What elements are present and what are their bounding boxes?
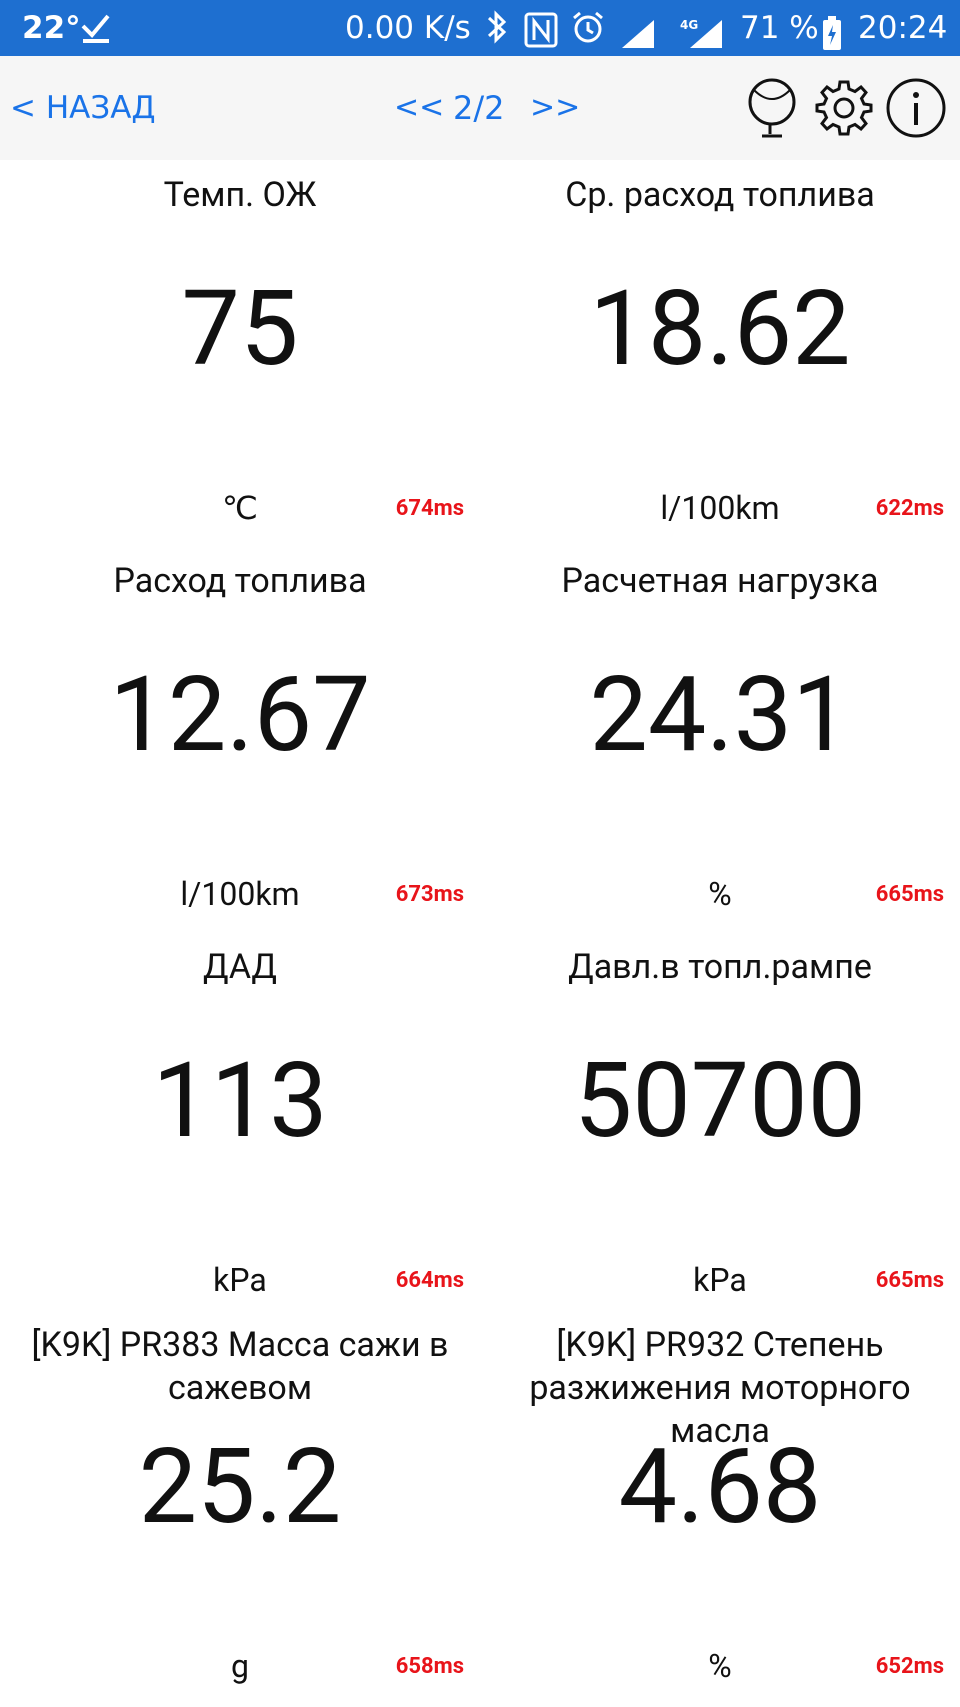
gauge-value: 25.2 [138, 1427, 342, 1548]
gauge-tile[interactable]: Темп. ОЖ 75 ℃ 674ms [0, 160, 480, 546]
gauge-tile[interactable]: ДАД 113 kPa 664ms [0, 932, 480, 1318]
gauge-value: 50700 [573, 1041, 867, 1162]
weather-temperature: 22° [22, 10, 81, 46]
next-page-button[interactable]: >> [530, 84, 580, 132]
gauge-title: Темп. ОЖ [163, 175, 317, 215]
signal-4g-icon: 4G [664, 12, 724, 48]
gauge-value: 12.67 [109, 655, 371, 776]
gauge-title: [K9K] PR383 Масса сажи в сажевом [31, 1325, 449, 1408]
gauge-value: 24.31 [589, 655, 851, 776]
bluetooth-icon [484, 0, 510, 56]
page-indicator: 2/2 [453, 89, 505, 127]
battery-percent: 71 % [740, 10, 819, 46]
gauge-latency: 622ms [875, 496, 944, 521]
network-speed: 0.00 K/s [345, 10, 471, 46]
globe-icon[interactable] [740, 76, 804, 140]
gauge-tile[interactable]: Ср. расход топлива 18.62 l/100km 622ms [480, 160, 960, 546]
gauge-grid: Темп. ОЖ 75 ℃ 674ms Ср. расход топлива 1… [0, 160, 960, 1707]
gauge-title: ДАД [203, 947, 277, 987]
gauge-value: 75 [181, 269, 299, 390]
gauge-title: Давл.в топл.рампе [568, 947, 872, 987]
app-toolbar: < НАЗАД << 2/2 >> [0, 56, 960, 160]
gauge-value: 113 [152, 1041, 328, 1162]
gauge-latency: 665ms [875, 882, 944, 907]
gauge-latency: 665ms [875, 1268, 944, 1293]
gauge-title: Расчетная нагрузка [561, 561, 879, 601]
signal-icon [620, 12, 656, 48]
clock: 20:24 [858, 10, 948, 46]
gauge-latency: 674ms [395, 496, 464, 521]
gauge-latency: 652ms [875, 1654, 944, 1679]
gauge-tile[interactable]: Расчетная нагрузка 24.31 % 665ms [480, 546, 960, 932]
gauge-latency: 658ms [395, 1654, 464, 1679]
check-icon [80, 0, 112, 56]
gauge-title: Расход топлива [113, 561, 367, 601]
gear-icon[interactable] [812, 76, 876, 140]
status-bar: 22° 0.00 K/s 4G 71 % 20:24 [0, 0, 960, 56]
battery-charging-icon [822, 12, 842, 50]
gauge-value: 18.62 [589, 269, 851, 390]
gauge-tile[interactable]: [K9K] PR383 Масса сажи в сажевом 25.2 g … [0, 1318, 480, 1704]
gauge-value: 4.68 [618, 1427, 822, 1548]
gauge-title: Ср. расход топлива [565, 175, 875, 215]
gauge-tile[interactable]: [K9K] PR932 Степень разжижения моторного… [480, 1318, 960, 1704]
alarm-icon [570, 0, 606, 56]
back-button[interactable]: < НАЗАД [10, 84, 156, 132]
gauge-tile[interactable]: Давл.в топл.рампе 50700 kPa 665ms [480, 932, 960, 1318]
prev-page-button[interactable]: << [394, 84, 444, 132]
gauge-latency: 673ms [395, 882, 464, 907]
nfc-icon [524, 10, 558, 48]
svg-text:4G: 4G [680, 18, 698, 32]
gauge-tile[interactable]: Расход топлива 12.67 l/100km 673ms [0, 546, 480, 932]
info-icon[interactable] [884, 76, 948, 140]
gauge-latency: 664ms [395, 1268, 464, 1293]
